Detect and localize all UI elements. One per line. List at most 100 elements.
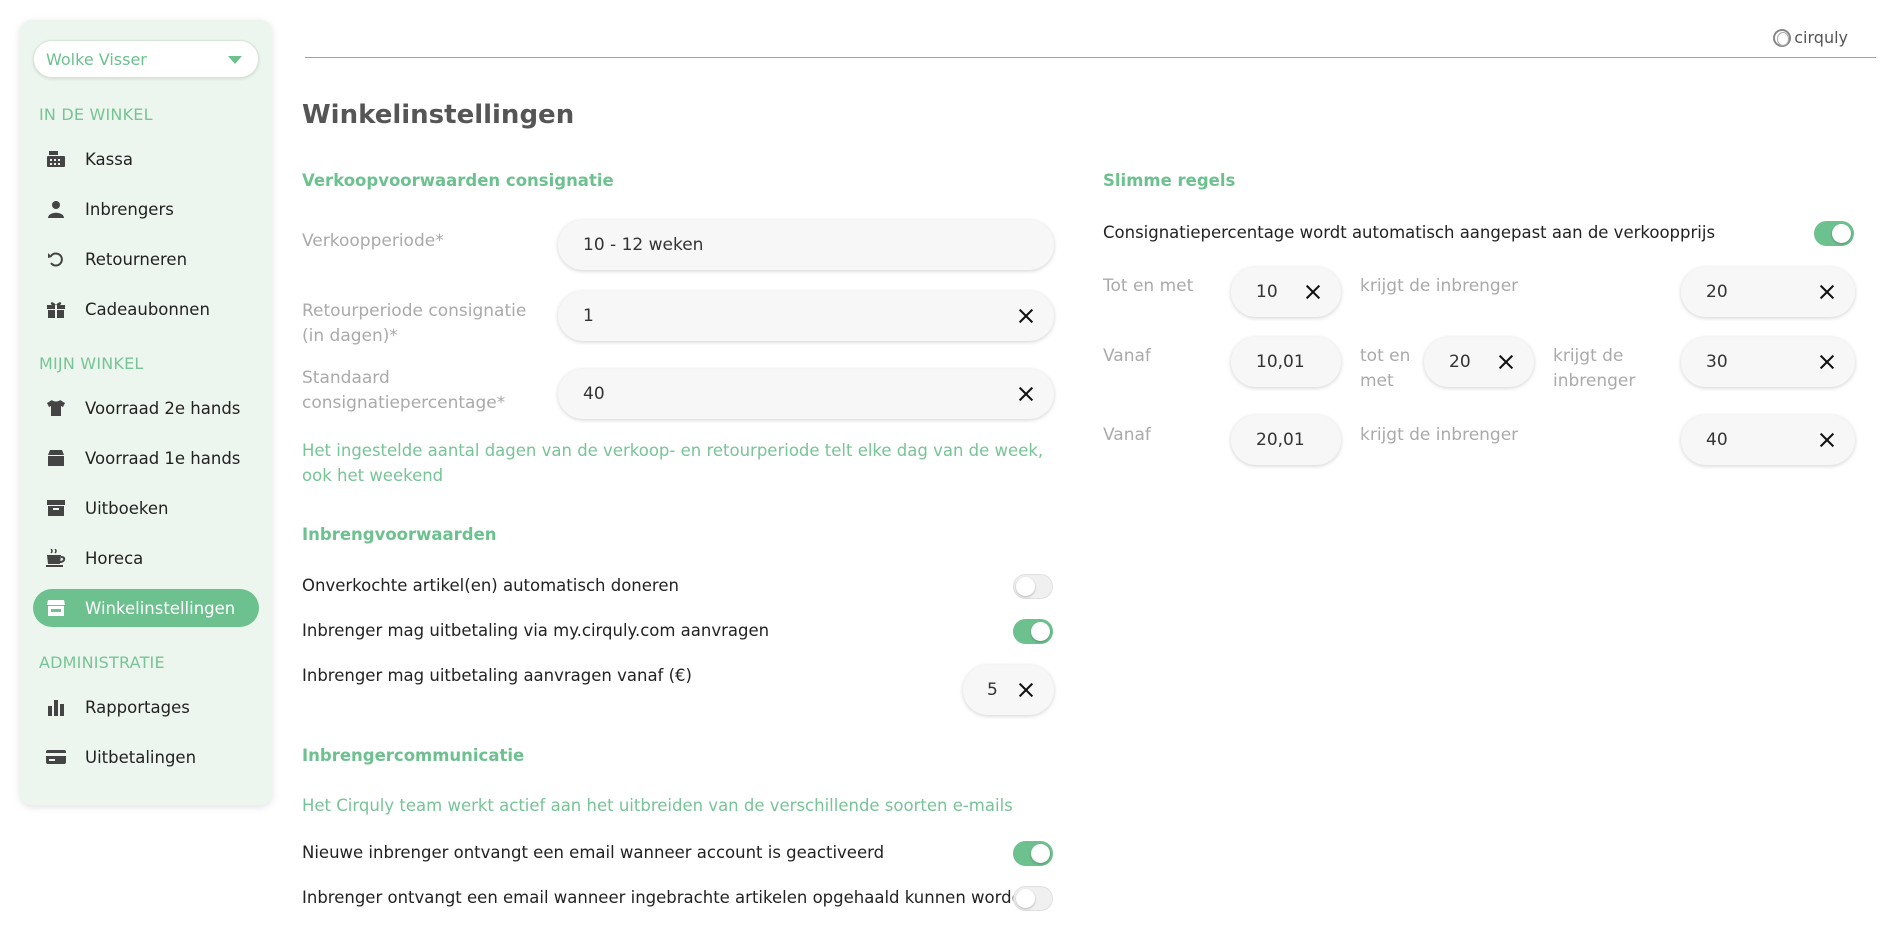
- min-payout-label: Inbrenger mag uitbetaling aanvragen vana…: [302, 666, 692, 685]
- rule1-lead: Tot en met: [1103, 276, 1194, 296]
- sidebar-item-cadeaubonnen[interactable]: Cadeaubonnen: [33, 290, 259, 328]
- rule1-upto-input[interactable]: 10: [1231, 267, 1341, 317]
- logo-text: cirquly: [1794, 28, 1848, 47]
- sidebar-item-label: Inbrengers: [85, 199, 174, 219]
- toggle-knob: [1016, 889, 1035, 908]
- consignment-pct-input[interactable]: 40: [558, 369, 1054, 419]
- sidebar-item-label: Kassa: [85, 149, 133, 169]
- shirt-icon: [45, 397, 67, 419]
- cirquly-logo-icon: [1773, 28, 1792, 47]
- rule2-from-input[interactable]: 10,01: [1231, 337, 1341, 387]
- intake-heading: Inbrengvoorwaarden: [302, 525, 497, 544]
- clear-icon[interactable]: [1815, 280, 1839, 304]
- sidebar-item-label: Uitboeken: [85, 498, 169, 518]
- min-payout-input[interactable]: 5: [963, 665, 1054, 715]
- box-icon: [45, 447, 67, 469]
- sidebar-item-uitboeken[interactable]: Uitboeken: [33, 489, 259, 527]
- rule1-gets: krijgt de inbrenger: [1360, 276, 1519, 296]
- auto-pct-label: Consignatiepercentage wordt automatisch …: [1103, 223, 1716, 242]
- toggle-knob: [1832, 224, 1851, 243]
- return-period-value: 1: [583, 306, 594, 326]
- bar-chart-icon: [45, 696, 67, 718]
- rules-heading: Slimme regels: [1103, 171, 1236, 190]
- user-select[interactable]: Wolke Visser: [33, 40, 259, 78]
- sales-note: Het ingestelde aantal dagen van de verko…: [302, 441, 1044, 485]
- rule1-upto-value: 10: [1256, 282, 1278, 302]
- toggle-knob: [1031, 622, 1050, 641]
- rule1-pct-value: 20: [1706, 282, 1728, 302]
- undo-icon: [45, 248, 67, 270]
- rule2-to-input[interactable]: 20: [1424, 337, 1534, 387]
- comms-heading: Inbrengercommunicatie: [302, 746, 525, 765]
- sidebar-item-uitbetalingen[interactable]: Uitbetalingen: [33, 738, 259, 776]
- rule2-lead: Vanaf: [1103, 346, 1151, 366]
- period-label: Verkoopperiode*: [302, 231, 444, 251]
- rule3-gets: krijgt de inbrenger: [1360, 425, 1519, 445]
- clear-icon[interactable]: [1014, 382, 1038, 406]
- sidebar-item-label: Horeca: [85, 548, 144, 568]
- rule3-from-input[interactable]: 20,01: [1231, 415, 1341, 465]
- chevron-down-icon: [228, 56, 242, 64]
- section-administratie: ADMINISTRATIE: [39, 653, 165, 672]
- min-payout-value: 5: [987, 680, 998, 700]
- sales-heading: Verkoopvoorwaarden consignatie: [302, 171, 614, 190]
- sidebar-item-voorraad-1e-hands[interactable]: Voorraad 1e hands: [33, 439, 259, 477]
- clear-icon[interactable]: [1494, 350, 1518, 374]
- comms-note: Het Cirquly team werkt actief aan het ui…: [302, 796, 1013, 815]
- section-in-de-winkel: IN DE WINKEL: [39, 105, 153, 124]
- donate-toggle[interactable]: [1013, 574, 1053, 599]
- sidebar-item-voorraad-2e-hands[interactable]: Voorraad 2e hands: [33, 389, 259, 427]
- rule2-from-value: 10,01: [1256, 352, 1305, 372]
- donate-label: Onverkochte artikel(en) automatisch done…: [302, 576, 679, 595]
- sidebar-item-horeca[interactable]: Horeca: [33, 539, 259, 577]
- sidebar-item-label: Uitbetalingen: [85, 747, 197, 767]
- gift-icon: [45, 298, 67, 320]
- sidebar-item-label: Retourneren: [85, 249, 188, 269]
- credit-card-icon: [45, 746, 67, 768]
- auto-pct-toggle[interactable]: [1814, 221, 1854, 246]
- archive-icon: [45, 497, 67, 519]
- header-divider: [305, 57, 1876, 58]
- toggle-knob: [1016, 577, 1035, 596]
- toggle-knob: [1031, 844, 1050, 863]
- clear-icon[interactable]: [1014, 304, 1038, 328]
- rule2-gets: krijgt de inbrenger: [1553, 346, 1636, 391]
- cirquly-logo: cirquly: [1773, 28, 1848, 47]
- page-title: Winkelinstellingen: [302, 100, 575, 130]
- rule3-from-value: 20,01: [1256, 430, 1305, 450]
- sidebar-item-label: Voorraad 1e hands: [85, 448, 241, 468]
- sidebar-item-label: Rapportages: [85, 697, 190, 717]
- clear-icon[interactable]: [1014, 678, 1038, 702]
- cash-register-icon: [45, 148, 67, 170]
- sidebar-item-inbrengers[interactable]: Inbrengers: [33, 190, 259, 228]
- return-period-label: Retourperiode consignatie (in dagen)*: [302, 301, 527, 346]
- payout-label: Inbrenger mag uitbetaling via my.cirquly…: [302, 621, 770, 640]
- email-pickup-label: Inbrenger ontvangt een email wanneer ing…: [302, 888, 1033, 907]
- section-mijn-winkel: MIJN WINKEL: [39, 354, 144, 373]
- clear-icon[interactable]: [1815, 350, 1839, 374]
- sidebar: Wolke Visser IN DE WINKEL Kassa Inbrenge…: [20, 20, 272, 805]
- payout-toggle[interactable]: [1013, 619, 1053, 644]
- clear-icon[interactable]: [1815, 428, 1839, 452]
- clear-icon[interactable]: [1301, 280, 1325, 304]
- coffee-icon: [45, 547, 67, 569]
- person-icon: [45, 198, 67, 220]
- rule3-pct-value: 40: [1706, 430, 1728, 450]
- rule3-pct-input[interactable]: 40: [1681, 415, 1855, 465]
- rule2-pct-input[interactable]: 30: [1681, 337, 1855, 387]
- rule2-pct-value: 30: [1706, 352, 1728, 372]
- sidebar-item-kassa[interactable]: Kassa: [33, 140, 259, 178]
- sidebar-item-retourneren[interactable]: Retourneren: [33, 240, 259, 278]
- sidebar-item-label: Voorraad 2e hands: [85, 398, 241, 418]
- rule1-pct-input[interactable]: 20: [1681, 267, 1855, 317]
- email-activated-toggle[interactable]: [1013, 841, 1053, 866]
- sidebar-item-label: Cadeaubonnen: [85, 299, 210, 319]
- sidebar-item-winkelinstellingen[interactable]: Winkelinstellingen: [33, 589, 259, 627]
- rule2-to-value: 20: [1449, 352, 1471, 372]
- return-period-input[interactable]: 1: [558, 291, 1054, 341]
- store-icon: [45, 597, 67, 619]
- sidebar-item-rapportages[interactable]: Rapportages: [33, 688, 259, 726]
- period-select[interactable]: 10 - 12 weken: [558, 220, 1054, 270]
- email-pickup-toggle[interactable]: [1013, 886, 1053, 911]
- rule2-mid: tot en met: [1360, 346, 1411, 391]
